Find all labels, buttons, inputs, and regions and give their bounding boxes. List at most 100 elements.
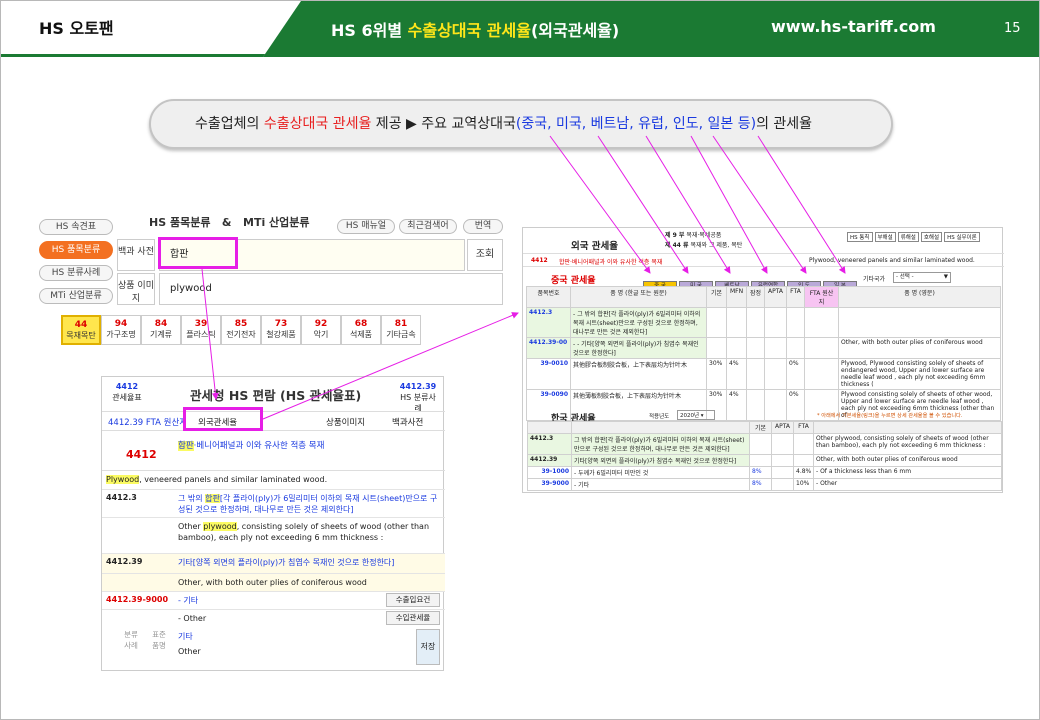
- reference-button[interactable]: 류해설: [897, 232, 919, 242]
- case-link-block: 4412.39 HS 분류사례: [398, 381, 438, 414]
- hs-manual-button[interactable]: HS 매뉴얼: [337, 219, 395, 234]
- chapter-number: 제 44 류: [665, 242, 689, 249]
- reference-buttons: HS 통칙 부해설 류해설 호해설 HS 실무이론: [847, 232, 982, 242]
- table-cell: 10%: [793, 478, 814, 491]
- row-text: - Other: [178, 614, 207, 623]
- brand-name: HS 오토팬: [39, 19, 114, 38]
- table-cell: - Other: [813, 478, 1002, 491]
- lookup-button[interactable]: 조회: [467, 239, 503, 271]
- banner-text-4: (중국, 미국, 베트남, 유럽, 인도, 일본 등): [515, 116, 757, 132]
- category-code: 85: [234, 319, 248, 329]
- tariff-code: 4412: [115, 382, 139, 391]
- tariff-book-link[interactable]: 관세율표: [112, 393, 141, 402]
- tariff-row: 4412.39-9000 - 기타 수출입요건: [102, 591, 445, 609]
- import-tariff-button[interactable]: 수입관세율: [386, 611, 440, 625]
- product-image-label: 상품 이미지: [117, 273, 155, 305]
- category-92[interactable]: 92 악기: [301, 315, 341, 345]
- table-cell: [706, 337, 727, 359]
- table-cell: 39-9000: [527, 478, 572, 491]
- category-code: 73: [274, 319, 288, 329]
- export-import-requirements-button[interactable]: 수출입요건: [386, 593, 440, 607]
- row-text: 그 밖의 합판[각 플라이(ply)가 6밀리미터 이하의 목재 시트(shee…: [178, 494, 438, 514]
- table-cell: 其他膠合板制胶合板，上下表层均为针叶木: [570, 358, 707, 390]
- recent-search-button[interactable]: 최근검색어: [399, 219, 457, 234]
- korea-section: 한국 관세율 적용년도 2020년 ▾ * 아래에서 기본세율(링크)을 누르면…: [527, 409, 1002, 493]
- foreign-heading-row: 4412 합판·베니어패널과 이와 유사한 적층 목재 Plywood, ven…: [523, 253, 1004, 267]
- foreign-heading-en: Plywood, veneered panels and similar lam…: [809, 257, 975, 264]
- table-cell: 0%: [786, 358, 805, 390]
- table-cell: 30%: [706, 358, 727, 390]
- reference-button[interactable]: 부해설: [874, 232, 896, 242]
- category-84[interactable]: 84 기계류: [141, 315, 181, 345]
- reference-button[interactable]: HS 실무이론: [944, 232, 980, 242]
- section-title: 목재·목세공품: [686, 232, 722, 239]
- table-cell: [771, 454, 794, 467]
- foreign-tab-highlight-box: [183, 407, 263, 431]
- category-94[interactable]: 94 가구조명: [101, 315, 141, 345]
- standard-name-label: 표준 품명: [152, 630, 166, 650]
- tab-product-image[interactable]: 상품이미지: [326, 416, 365, 428]
- reference-button[interactable]: 호해설: [920, 232, 943, 242]
- category-73[interactable]: 73 철강제품: [261, 315, 301, 345]
- table-cell: 4412.3: [527, 433, 572, 455]
- table-cell: 4412.3: [526, 307, 571, 338]
- row-text: 기타[양쪽 외면의 플라이(ply)가 침엽수 목재인 것으로 한정한다]: [178, 558, 395, 567]
- table-cell: [804, 358, 839, 390]
- tab-encyclopedia[interactable]: 백과사전: [392, 416, 423, 428]
- category-name: 목재목탄: [66, 331, 96, 340]
- side-nav-hs-classification[interactable]: HS 품목분류: [39, 241, 113, 259]
- china-row: 4412.39-00- - 기타[양쪽 외면의 플라이(ply)가 침엽수 목재…: [526, 337, 1001, 359]
- category-44[interactable]: 44 목재목탄: [61, 315, 101, 345]
- side-nav-hs-cases[interactable]: HS 분류사례: [39, 265, 113, 281]
- table-cell: - - 기타[양쪽 외면의 플라이(ply)가 침엽수 목재인 것으로 한정한다…: [570, 337, 707, 359]
- save-button[interactable]: 저장: [416, 629, 440, 665]
- korea-tariff-table: 기본 APTA FTA 4412.3 그 밖의 합판[각 플라이(ply)가 6밀리미터…: [527, 421, 1002, 491]
- standard-name-kr: 기타: [178, 632, 193, 641]
- table-cell: [838, 307, 1001, 338]
- category-name: 악기: [313, 330, 329, 339]
- slide: HS 오토팬 HS 6위별 수출상대국 관세율(외국관세율) www.hs-ta…: [0, 0, 1040, 720]
- tariff-book-title: 관세청 HS 편람 (HS 관세율표): [190, 388, 362, 403]
- tariff-book-panel: 4412 관세율표 관세청 HS 편람 (HS 관세율표) 4412.39 HS 분…: [101, 376, 445, 671]
- classification-cases-link[interactable]: HS 분류사례: [400, 393, 436, 413]
- korea-row: 4412.39 기타[양쪽 외면의 플라이(ply)가 침엽수 목재인 것으로 한…: [527, 454, 1002, 467]
- table-cell: - 그 밖의 합판[각 플라이(ply)가 6밀리미터 이하의 목재 시트(sh…: [570, 307, 707, 338]
- category-85[interactable]: 85 전기전자: [221, 315, 261, 345]
- table-cell: 39-0010: [526, 358, 571, 390]
- heading-row: 4412 합판·베니어패널과 이와 유사한 적층 목재: [102, 435, 445, 471]
- foreign-heading-kr: 합판·베니어패널과 이와 유사한 적층 목재: [559, 259, 663, 266]
- translate-button[interactable]: 번역: [463, 219, 503, 234]
- chevron-down-icon: ▼: [943, 274, 948, 280]
- category-name: 철강제품: [266, 330, 296, 339]
- year-label: 적용년도: [649, 414, 670, 420]
- table-cell: 8%: [749, 466, 772, 479]
- country-select[interactable]: - 선택 - ▼: [893, 272, 951, 283]
- table-cell: [804, 307, 839, 338]
- column-header: [527, 421, 572, 434]
- row-code: 4412.3: [106, 493, 137, 502]
- side-nav-hs-quick[interactable]: HS 속견표: [39, 219, 113, 235]
- foreign-heading-code: 4412: [531, 257, 548, 264]
- category-68[interactable]: 68 석제품: [341, 315, 381, 345]
- tariff-row: 4412.3 그 밖의 합판[각 플라이(ply)가 6밀리미터 이하의 목재 시…: [102, 489, 445, 517]
- column-header: 품 명 (한글 또는 원문): [570, 286, 707, 308]
- year-select[interactable]: 2020년 ▾: [677, 410, 715, 420]
- header-brand-panel: HS 오토팬: [1, 1, 301, 57]
- search-heading: HS 품목분류 & MTi 산업분류: [149, 216, 310, 229]
- tariff-row: 4412.39 기타[양쪽 외면의 플라이(ply)가 침엽수 목재인 것으로 한…: [102, 553, 445, 573]
- table-cell: 8%: [749, 478, 772, 491]
- korea-header-row: 기본 APTA FTA: [527, 421, 1002, 434]
- reference-button[interactable]: HS 통칙: [847, 232, 873, 242]
- category-39[interactable]: 39 플라스틱: [181, 315, 221, 345]
- english-term-field[interactable]: plywood: [159, 273, 503, 305]
- table-cell: 4412.39: [527, 454, 572, 467]
- tab-fta-origin[interactable]: 4412.39 FTA 원산지: [108, 416, 187, 428]
- tariff-code-block: 4412 관세율표: [108, 381, 146, 403]
- foreign-tariff-panel: 외국 관세율 제 9 부 목재·목세공품 제 44 류 목재와 그 제품, 목탄 …: [522, 227, 1004, 493]
- column-header: APTA: [771, 421, 794, 434]
- category-81[interactable]: 81 기타금속: [381, 315, 421, 345]
- category-code: 92: [314, 319, 328, 329]
- korea-note: * 아래에서 기본세율(링크)을 누르면 상세 관세율을 볼 수 있습니다.: [817, 413, 963, 419]
- row-code: 4412.39-9000: [106, 595, 169, 604]
- side-nav-mti[interactable]: MTi 산업분류: [39, 288, 113, 304]
